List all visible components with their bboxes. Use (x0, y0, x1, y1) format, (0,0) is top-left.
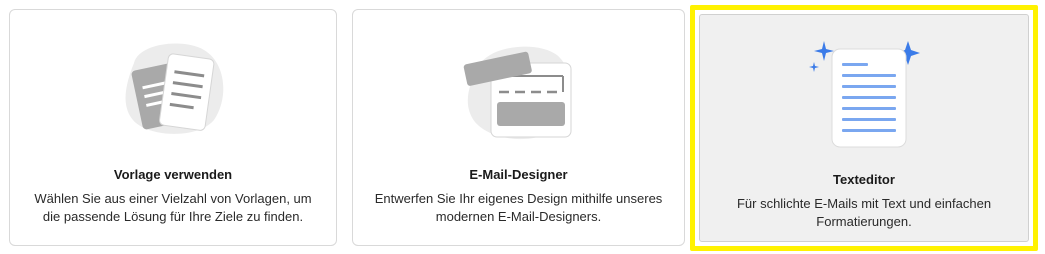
email-designer-blocks-icon (463, 46, 572, 140)
template-documents-icon (125, 43, 224, 134)
option-card-email-designer[interactable]: E-Mail-Designer Entwerfen Sie Ihr eigene… (352, 9, 685, 246)
card-description: Wählen Sie aus einer Vielzahl von Vorlag… (34, 191, 312, 224)
text-document-sparkle-icon (809, 41, 920, 148)
card-title: E-Mail-Designer (469, 167, 568, 182)
card-description: Entwerfen Sie Ihr eigenes Design mithilf… (374, 191, 663, 224)
card-title: Vorlage verwenden (113, 167, 233, 182)
card-description: Für schlichte E-Mails mit Text und einfa… (736, 196, 992, 229)
option-card-text-editor[interactable]: Texteditor Für schlichte E-Mails mit Tex… (690, 5, 1038, 251)
card-title: Texteditor (833, 172, 895, 187)
selected-card-surface: Texteditor Für schlichte E-Mails mit Tex… (699, 14, 1029, 242)
option-card-template[interactable]: Vorlage verwenden Wählen Sie aus einer V… (9, 9, 337, 246)
